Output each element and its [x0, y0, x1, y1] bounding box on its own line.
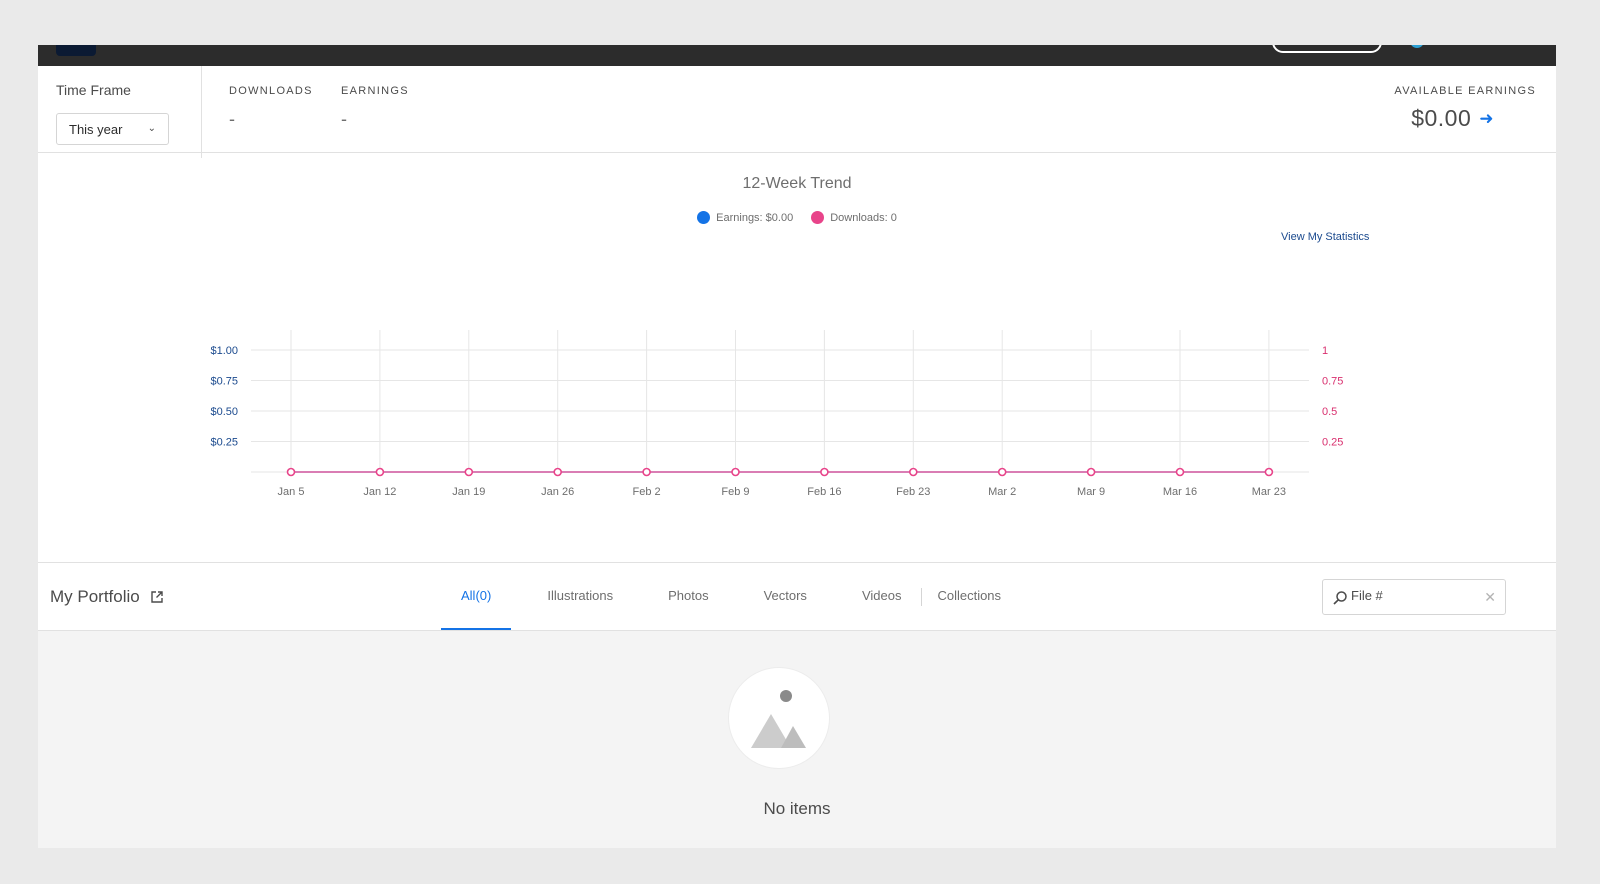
downloads-point	[553, 467, 563, 477]
tab-videos[interactable]: Videos	[842, 563, 922, 630]
downloads-point	[464, 467, 474, 477]
search-icon	[1333, 591, 1347, 605]
x-tick-label: Feb 9	[721, 486, 749, 498]
x-tick-label: Mar 9	[1077, 486, 1105, 498]
downloads-point	[1086, 467, 1096, 477]
y-right-tick-label: 0.5	[1322, 406, 1337, 418]
downloads-point	[997, 467, 1007, 477]
x-tick-label: Feb 16	[807, 486, 841, 498]
x-tick-label: Feb 2	[633, 486, 661, 498]
portfolio-bar: My Portfolio All(0) Illustrations Photos…	[38, 562, 1556, 631]
y-right-tick-label: 1	[1322, 345, 1328, 357]
tab-photos[interactable]: Photos	[648, 563, 728, 630]
file-number-input[interactable]	[1351, 588, 1481, 603]
tab-all[interactable]: All(0)	[441, 563, 512, 630]
x-tick-label: Mar 16	[1163, 486, 1197, 498]
x-tick-label: Jan 19	[452, 486, 485, 498]
x-tick-label: Mar 23	[1252, 486, 1286, 498]
downloads-point	[731, 467, 740, 477]
portfolio-title: My Portfolio	[50, 587, 164, 607]
empty-image-placeholder	[728, 667, 830, 769]
tab-collections[interactable]: Collections	[922, 563, 1021, 630]
y-left-tick-label: $0.50	[210, 406, 238, 418]
portfolio-empty-area: No items	[38, 631, 1556, 848]
tab-vectors[interactable]: Vectors	[744, 563, 827, 630]
x-tick-label: Jan 12	[363, 486, 396, 498]
trend-chart: $0.25 $0.50 $0.75 $1.00 0.25 0.5 0.75 1 Jan 5 Jan…	[210, 330, 1343, 498]
x-tick-label: Mar 2	[988, 486, 1016, 498]
downloads-point	[286, 467, 296, 477]
mountain-image-icon	[751, 690, 806, 748]
x-tick-label: Jan 26	[541, 486, 574, 498]
downloads-point	[642, 467, 651, 477]
x-tick-label: Feb 23	[896, 486, 930, 498]
external-link-icon[interactable]	[150, 590, 164, 604]
portfolio-title-text: My Portfolio	[50, 587, 140, 606]
y-left-tick-label: $0.25	[210, 437, 238, 449]
y-left-tick-label: $0.75	[210, 376, 238, 388]
tab-illustrations[interactable]: Illustrations	[527, 563, 633, 630]
y-right-tick-label: 0.75	[1322, 376, 1343, 388]
y-left-tick-label: $1.00	[210, 345, 238, 357]
downloads-point	[1175, 467, 1185, 477]
file-search: ✕	[1322, 579, 1506, 615]
app-frame: Time Frame This year ⌄ DOWNLOADS - EARNI…	[38, 45, 1556, 848]
portfolio-tabs: All(0) Illustrations Photos Vectors Vide…	[441, 563, 1021, 630]
x-tick-label: Jan 5	[278, 486, 305, 498]
downloads-point	[375, 467, 385, 477]
clear-search-icon[interactable]: ✕	[1484, 589, 1496, 606]
downloads-point	[1264, 467, 1274, 477]
no-items-message: No items	[763, 799, 831, 818]
y-right-tick-label: 0.25	[1322, 437, 1343, 449]
downloads-point	[908, 467, 918, 477]
downloads-point	[820, 467, 829, 477]
